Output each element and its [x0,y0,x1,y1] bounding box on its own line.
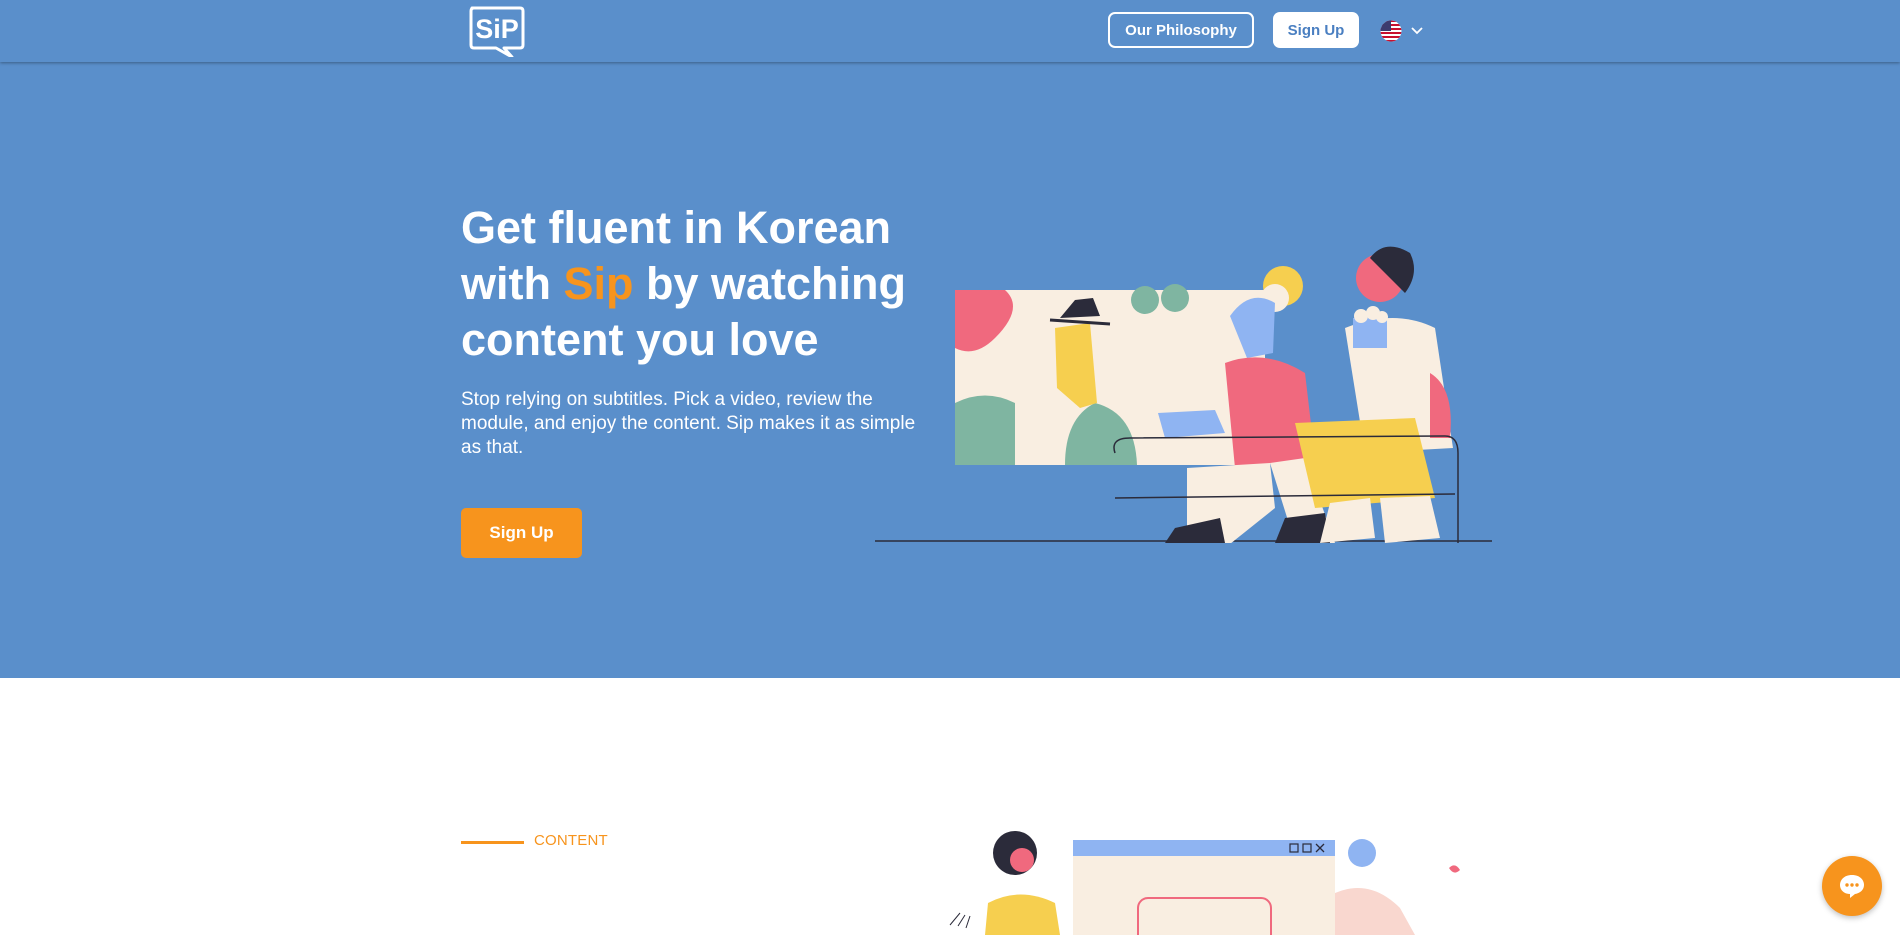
sip-logo[interactable]: SiP [468,5,526,59]
our-philosophy-button[interactable]: Our Philosophy [1108,12,1254,48]
language-selector[interactable] [1380,18,1434,44]
hero-title-accent: Sip [563,258,634,309]
hero-description: Stop relying on subtitles. Pick a video,… [461,389,916,458]
content-label: CONTENT [534,832,608,849]
chat-bubble-icon [1840,875,1864,898]
hero-illustration [875,246,1492,543]
site-header: SiP Our Philosophy Sign Up [0,0,1900,62]
chat-button[interactable] [1822,856,1882,916]
hero-title: Get fluent in Korean with Sip by watchin… [461,200,941,368]
header-sign-up-button[interactable]: Sign Up [1273,12,1359,48]
content-illustration [949,831,1460,935]
content-section: CONTENT [0,678,1900,935]
sip-logo-icon: SiP [469,6,525,59]
hero-sign-up-button[interactable]: Sign Up [461,508,582,558]
svg-text:SiP: SiP [475,14,519,44]
us-flag-icon [1380,20,1402,42]
hero-section: Get fluent in Korean with Sip by watchin… [0,62,1900,678]
content-divider [461,841,524,844]
chevron-down-icon [1411,27,1423,35]
